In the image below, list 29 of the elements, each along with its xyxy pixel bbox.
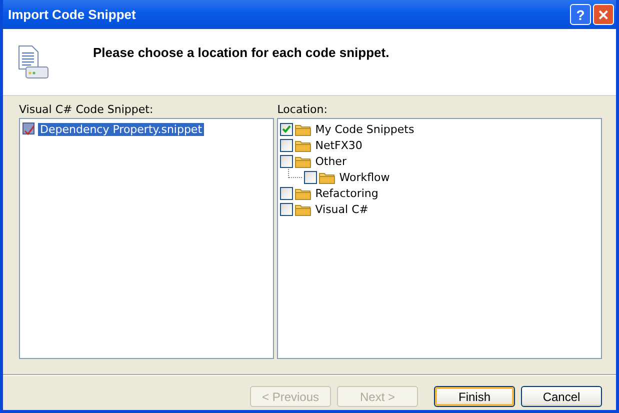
checkbox[interactable]	[280, 186, 294, 200]
pane-label: Location:	[277, 103, 328, 118]
document-drive-icon	[17, 45, 49, 79]
pane-label: Visual C# Code Snippet:	[19, 103, 154, 118]
checkbox[interactable]	[280, 202, 294, 216]
window-title: Import Code Snippet	[8, 7, 137, 22]
folder-icon	[295, 154, 312, 168]
dialog-button[interactable]: Cancel	[521, 386, 602, 407]
instruction-text: Please choose a location for each code snippet.	[93, 44, 390, 60]
folder-icon	[295, 202, 312, 216]
folder-icon	[295, 122, 312, 136]
tree-item[interactable]: Other	[313, 154, 348, 168]
checkbox[interactable]	[280, 154, 294, 168]
tree-item[interactable]: Workflow	[337, 170, 392, 184]
help-button[interactable]: ?	[570, 4, 591, 25]
tree-item[interactable]: Visual C#	[313, 202, 370, 216]
folder-icon	[295, 138, 312, 152]
close-button[interactable]: ✕	[593, 4, 614, 25]
dialog-button[interactable]: Finish	[434, 386, 515, 407]
checkbox[interactable]	[280, 138, 294, 152]
checkbox[interactable]	[280, 122, 294, 136]
checkbox[interactable]	[304, 170, 318, 184]
tree-item[interactable]: NetFX30	[313, 138, 364, 152]
tree-item[interactable]: Refactoring	[313, 186, 380, 200]
folder-icon	[295, 186, 312, 200]
snippet-icon	[22, 122, 36, 136]
list-item[interactable]: Dependency Property.snippet	[38, 122, 204, 136]
folder-icon	[319, 170, 336, 184]
tree-item[interactable]: My Code Snippets	[313, 122, 416, 136]
